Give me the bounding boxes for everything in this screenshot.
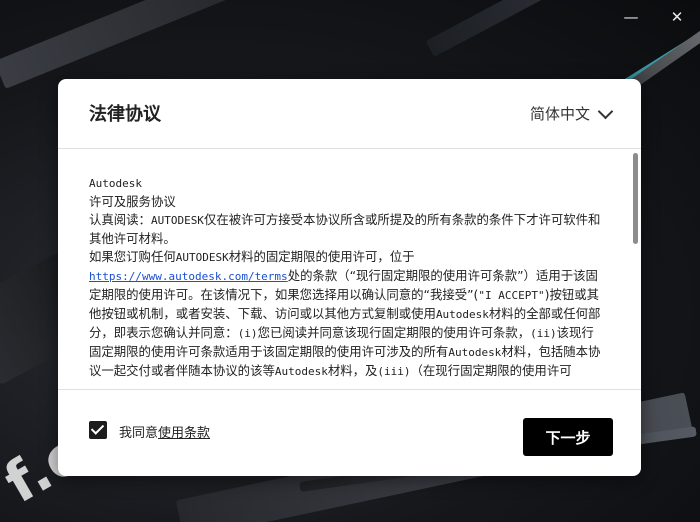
check-icon	[90, 421, 105, 435]
agree-label: 我同意使用条款	[119, 426, 211, 441]
next-button[interactable]: 下一步	[523, 418, 613, 456]
terms-link[interactable]: https://www.autodesk.com/terms	[89, 270, 288, 283]
minimize-button[interactable]: —	[608, 0, 654, 34]
agreement-text: Autodesk 许可及服务协议 认真阅读：AUTODESK仅在被许可方接受本协…	[89, 175, 601, 381]
agreement-line: 许可及服务协议	[89, 194, 176, 209]
language-selector[interactable]: 简体中文	[529, 103, 614, 124]
dialog-title: 法律协议	[89, 104, 161, 125]
agreement-text-area[interactable]: Autodesk 许可及服务协议 认真阅读：AUTODESK仅在被许可方接受本协…	[58, 149, 641, 390]
scrollbar-thumb[interactable]	[633, 153, 638, 244]
close-button[interactable]: ✕	[654, 0, 700, 34]
legal-agreement-dialog: 法律协议 简体中文 Autodesk 许可及服务协议 认真阅读：AUTODESK…	[58, 79, 641, 476]
language-label: 简体中文	[529, 105, 590, 123]
title-bar: — ✕	[0, 0, 700, 34]
dialog-header: 法律协议 简体中文	[58, 79, 641, 149]
terms-of-use-link[interactable]: 使用条款	[158, 426, 210, 441]
agreement-paragraph: 如果您订购任何AUTODESK材料的固定期限的使用许可，位于https://ww…	[89, 249, 601, 378]
chevron-down-icon	[597, 103, 614, 119]
dialog-footer: 我同意使用条款 下一步	[58, 390, 641, 476]
agreement-paragraph: 认真阅读：AUTODESK仅在被许可方接受本协议所含或所提及的所有条款的条件下才…	[89, 212, 601, 246]
agreement-line: Autodesk	[89, 177, 142, 190]
agree-checkbox[interactable]	[89, 421, 107, 439]
